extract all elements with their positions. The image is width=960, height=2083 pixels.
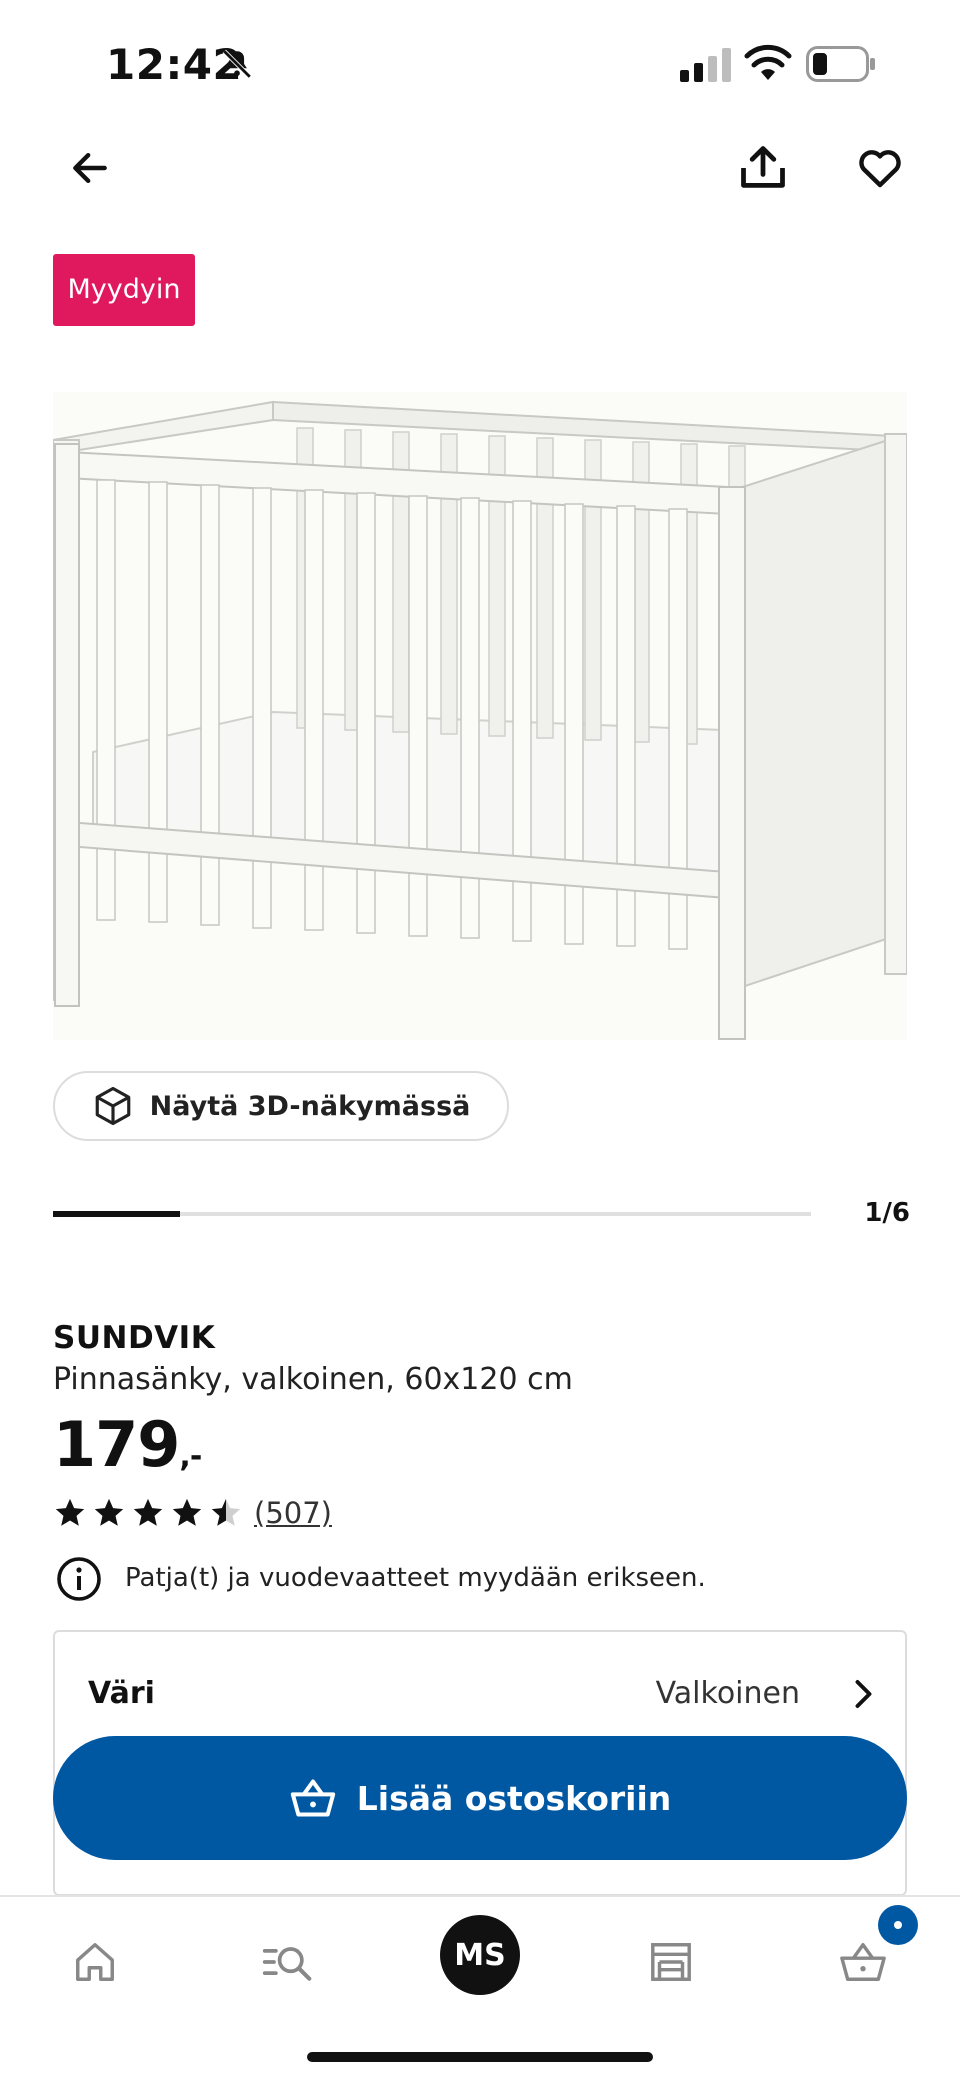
info-icon xyxy=(57,1557,101,1601)
favorite-button[interactable] xyxy=(850,138,910,198)
review-count-link[interactable]: (507) xyxy=(254,1496,332,1530)
cart-notification-dot xyxy=(878,1905,918,1945)
product-image[interactable] xyxy=(52,392,912,1040)
product-description: Pinnasänky, valkoinen, 60x120 cm xyxy=(53,1362,573,1397)
cart-basket-icon xyxy=(840,1943,886,1981)
view-3d-label: Näytä 3D-näkymässä xyxy=(149,1090,471,1122)
star-icon xyxy=(133,1498,163,1526)
add-to-cart-label: Lisää ostoskoriin xyxy=(356,1778,672,1818)
arrow-left-icon xyxy=(73,152,107,184)
star-icon xyxy=(211,1498,241,1526)
cellular-signal-icon xyxy=(680,48,731,82)
carousel-counter: 1/6 xyxy=(864,1198,910,1228)
nav-profile-avatar[interactable]: MS xyxy=(440,1915,520,1995)
color-label: Väri xyxy=(88,1676,155,1711)
home-icon xyxy=(76,1943,114,1981)
star-icon xyxy=(55,1498,85,1526)
bell-muted-icon xyxy=(222,49,252,79)
separate-sale-notice: Patja(t) ja vuodevaatteet myydään erikse… xyxy=(125,1563,706,1593)
star-icon xyxy=(94,1498,124,1526)
add-to-cart-button[interactable]: Lisää ostoskoriin xyxy=(53,1736,907,1860)
search-list-icon xyxy=(262,1947,312,1981)
carousel-progress-fill xyxy=(53,1211,180,1217)
star-icon xyxy=(172,1498,202,1526)
back-button[interactable] xyxy=(60,138,120,198)
crib-illustration xyxy=(52,392,912,1040)
home-indicator xyxy=(307,2052,653,2062)
chevron-right-icon xyxy=(855,1680,872,1708)
product-price: 179,- xyxy=(53,1408,202,1481)
rating-stars[interactable] xyxy=(53,1496,243,1530)
nav-search[interactable] xyxy=(252,1927,322,1997)
view-3d-button[interactable]: Näytä 3D-näkymässä xyxy=(53,1071,509,1141)
heart-icon xyxy=(859,150,901,188)
share-button[interactable] xyxy=(733,138,793,198)
color-value: Valkoinen xyxy=(655,1676,800,1711)
price-suffix: ,- xyxy=(179,1439,202,1474)
price-value: 179 xyxy=(53,1408,180,1481)
battery-icon xyxy=(806,46,875,82)
nav-home[interactable] xyxy=(60,1927,130,1997)
share-icon xyxy=(741,146,785,188)
cube-icon xyxy=(95,1086,130,1126)
product-brand: SUNDVIK xyxy=(53,1320,216,1356)
nav-store[interactable] xyxy=(636,1927,706,1997)
bestseller-badge: Myydyin xyxy=(53,254,195,326)
basket-icon xyxy=(290,1779,335,1817)
store-icon xyxy=(651,1943,691,1981)
carousel-progress-track xyxy=(53,1211,811,1217)
wifi-icon xyxy=(744,44,792,80)
